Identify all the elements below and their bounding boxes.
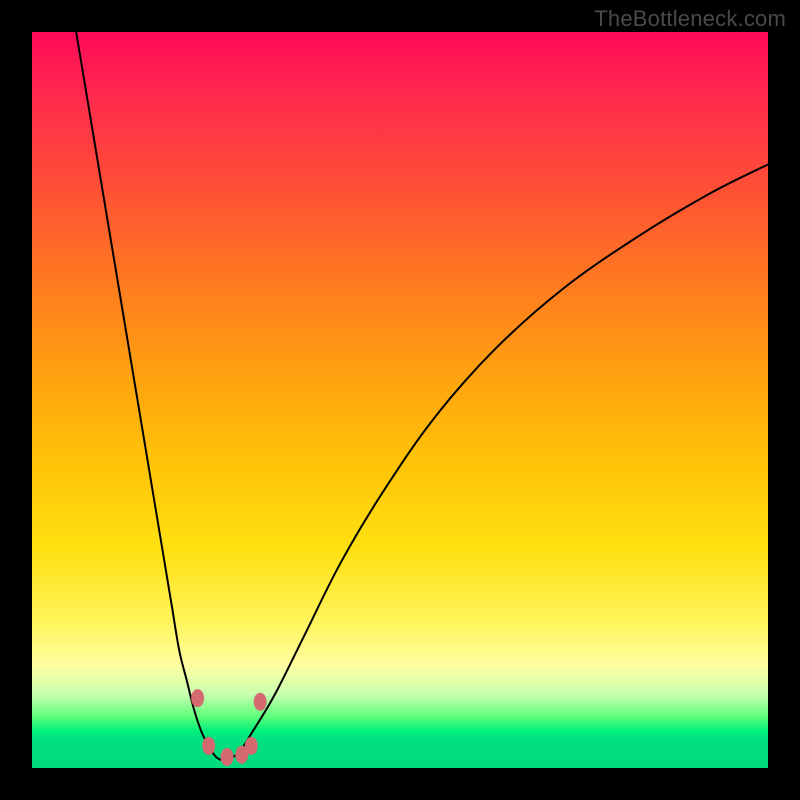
curve-marker xyxy=(202,737,215,755)
plot-area xyxy=(32,32,768,768)
curve-layer xyxy=(32,32,768,768)
curve-marker xyxy=(254,693,267,711)
chart-frame: TheBottleneck.com xyxy=(0,0,800,800)
curve-marker xyxy=(191,689,204,707)
curve-left-branch xyxy=(76,32,223,761)
curve-marker xyxy=(245,737,258,755)
curve-right-branch xyxy=(223,164,768,760)
watermark-text: TheBottleneck.com xyxy=(594,6,786,32)
curve-marker xyxy=(221,748,234,766)
